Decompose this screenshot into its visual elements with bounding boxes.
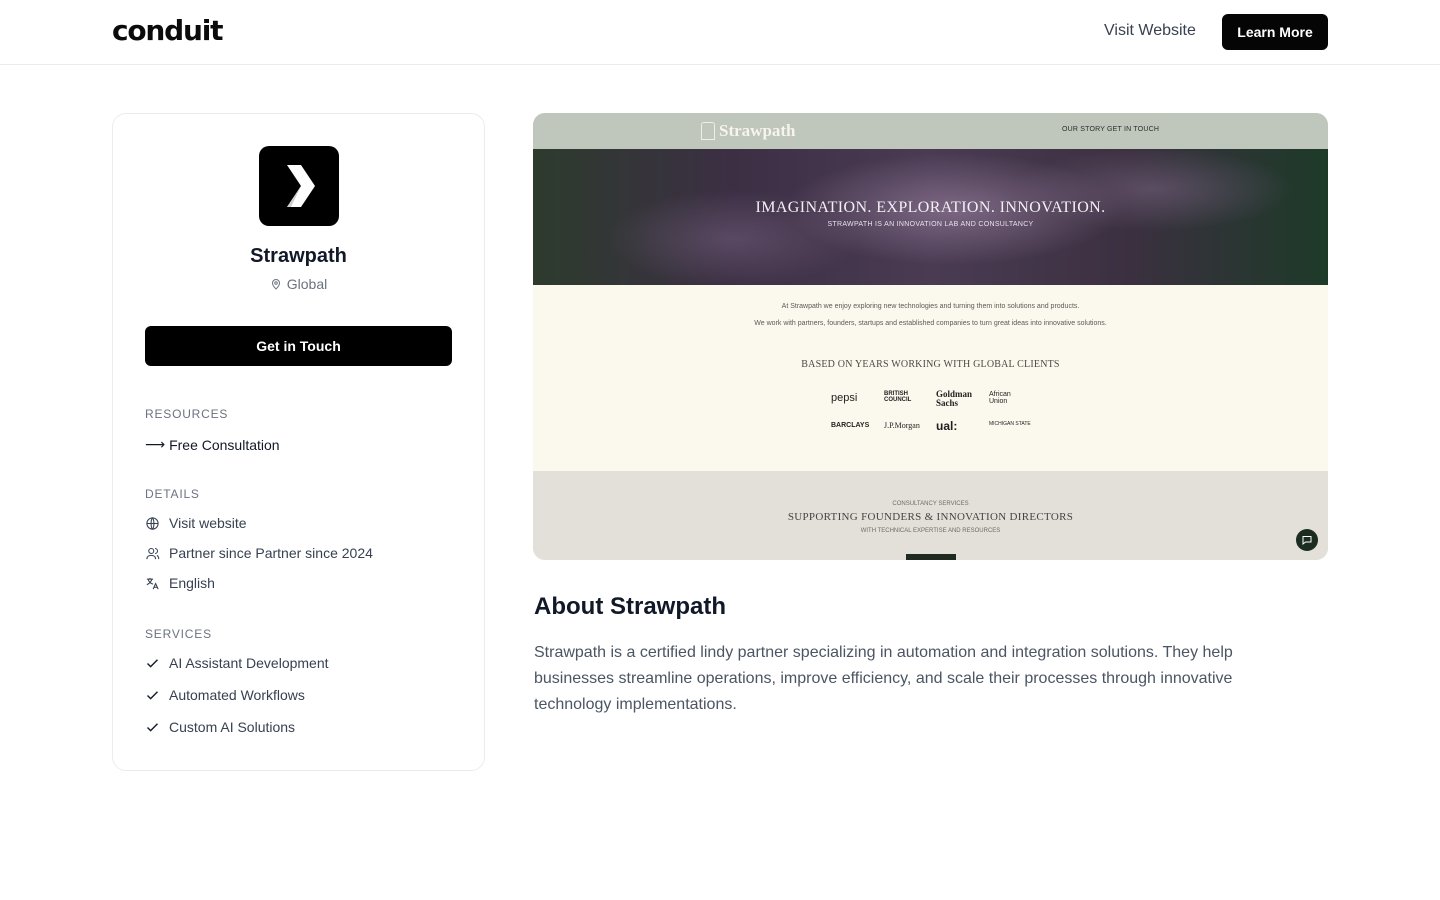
preview-cta-button [906,554,956,560]
language-label: English [169,575,215,591]
free-consultation-label: Free Consultation [169,436,280,453]
services-heading: SERVICES [145,627,212,641]
chat-bubble-icon [1296,529,1318,551]
preview-brand: Strawpath [719,121,796,140]
arrow-right-icon: ⟶ [145,436,166,452]
service-item: AI Assistant Development [145,655,329,671]
language-detail: English [145,575,215,591]
service-item: Custom AI Solutions [145,719,295,735]
service-label: Custom AI Solutions [169,719,296,735]
users-icon [146,547,160,559]
preview-menu-get-in-touch: GET IN TOUCH [1107,126,1160,133]
location: Global [113,276,484,292]
preview-hero: IMAGINATION. EXPLORATION. INNOVATION. ST… [533,149,1328,285]
globe-icon [146,516,159,530]
client-logo-michigan-state: MICHIGAN STATE [989,421,1031,427]
location-label: Global [286,276,328,292]
preview-services-title: SUPPORTING FOUNDERS & INNOVATION DIRECTO… [787,511,1074,523]
service-label: AI Assistant Development [169,655,329,671]
preview-body: At Strawpath we enjoy exploring new tech… [533,285,1328,471]
client-logo-barclays: BARCLAYS [831,422,870,429]
preview-hero-title: IMAGINATION. EXPLORATION. INNOVATION. [755,199,1106,216]
service-item: Automated Workflows [145,687,305,703]
preview-services-subtitle: WITH TECHNICAL EXPERTISE AND RESOURCES [860,528,1001,534]
preview-hero-subtitle: STRAWPATH IS AN INNOVATION LAB AND CONSU… [827,221,1034,228]
preview-intro-2: We work with partners, founders, startup… [754,320,1107,327]
company-name: Strawpath [250,245,347,267]
visit-website-detail[interactable]: Visit website [145,515,247,531]
partner-profile-card: Strawpath Global Get in Touch RESOURCES … [112,113,485,771]
website-screenshot: Strawpath OUR STORY GET IN TOUCH IMAGINA… [533,113,1328,560]
partner-since-label: Partner since Partner since 2024 [169,545,373,561]
client-logo-pepsi: pepsi [831,392,858,404]
map-pin-icon [271,279,280,290]
learn-more-button[interactable]: Learn More [1222,14,1328,50]
check-icon [147,690,158,700]
client-logo-jpmorgan: J.P.Morgan [884,421,920,430]
visit-website-label: Visit website [169,515,247,531]
preview-navbar: Strawpath OUR STORY GET IN TOUCH [533,113,1328,149]
partner-since-detail: Partner since Partner since 2024 [145,545,373,561]
free-consultation-link[interactable]: ⟶ Free Consultation [145,436,280,453]
visit-website-link[interactable]: Visit Website [1104,22,1196,40]
client-logo-goldman-sachs: Goldman Sachs [936,389,973,408]
top-navigation-bar: conduit Visit Website Learn More [0,0,1440,65]
client-logo-british-council: BRITISH COUNCIL [884,391,912,403]
details-heading: DETAILS [145,487,200,501]
about-description: Strawpath is a certified lindy partner s… [534,644,1233,713]
translate-icon [146,577,159,589]
preview-clients-title: BASED ON YEARS WORKING WITH GLOBAL CLIEN… [801,359,1060,370]
about-heading: About Strawpath [534,593,726,620]
preview-intro-1: At Strawpath we enjoy exploring new tech… [781,303,1080,310]
resources-heading: RESOURCES [145,407,229,421]
check-icon [147,658,158,668]
client-logo-ual: ual: [936,419,958,433]
company-logo [259,146,339,226]
chevron-right-icon [287,165,315,207]
preview-menu-our-story: OUR STORY [1062,126,1106,133]
preview-brand-icon [701,122,715,140]
check-icon [147,722,158,732]
preview-services-kicker: CONSULTANCY SERVICES [892,501,969,507]
client-logo-african-union: African Union [989,391,1011,405]
service-label: Automated Workflows [169,687,305,703]
preview-services-section: CONSULTANCY SERVICES SUPPORTING FOUNDERS… [533,471,1328,560]
conduit-logo[interactable]: conduit [112,14,224,47]
get-in-touch-button[interactable]: Get in Touch [145,326,452,366]
